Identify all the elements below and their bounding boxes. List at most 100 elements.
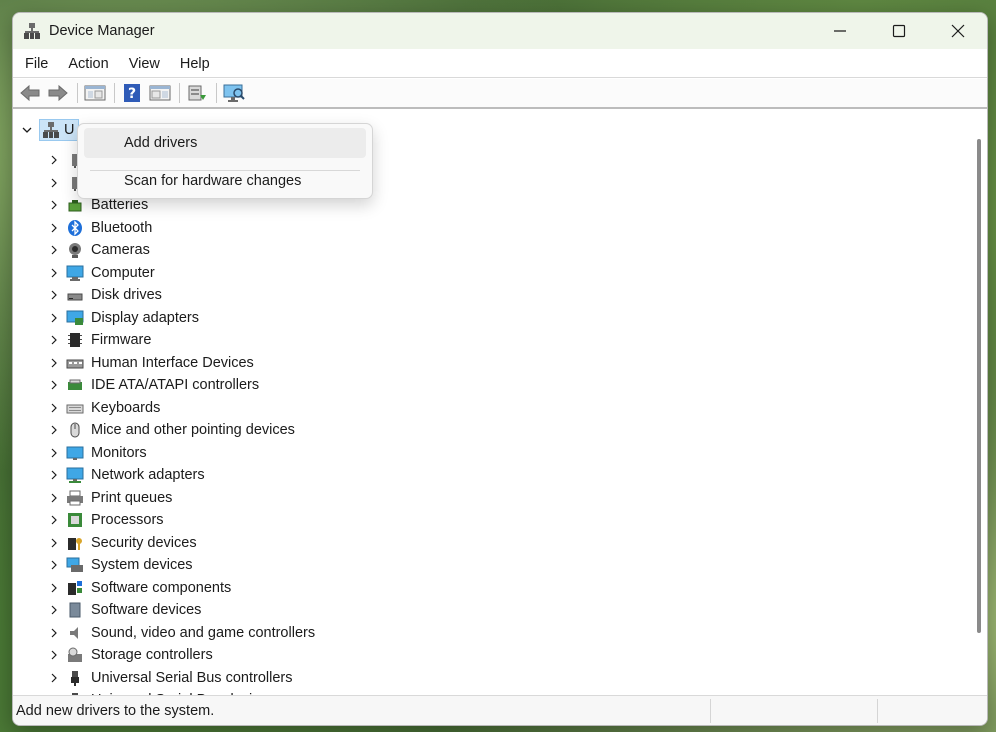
- tree-item[interactable]: Sound, video and game controllers: [47, 622, 315, 645]
- mouse-icon: [65, 420, 85, 440]
- title-bar[interactable]: Device Manager: [13, 13, 987, 49]
- chevron-right-icon[interactable]: [47, 221, 61, 235]
- tree-item[interactable]: Computer: [47, 262, 155, 285]
- status-pane: [710, 698, 877, 723]
- tree-item[interactable]: Firmware: [47, 329, 151, 352]
- device-manager-app-icon: [24, 23, 40, 39]
- computer-icon: [65, 263, 85, 283]
- chevron-right-icon[interactable]: [47, 581, 61, 595]
- tree-item[interactable]: Universal Serial Bus controllers: [47, 667, 292, 690]
- chevron-right-icon[interactable]: [47, 266, 61, 280]
- tree-item-label: Cameras: [91, 242, 150, 259]
- back-button[interactable]: [17, 81, 43, 105]
- toolbar-separator: [77, 83, 78, 103]
- tree-item[interactable]: Storage controllers: [47, 644, 213, 667]
- chevron-right-icon[interactable]: [47, 603, 61, 617]
- tree-item[interactable]: Human Interface Devices: [47, 352, 254, 375]
- tree-item-label: Software components: [91, 579, 232, 596]
- chevron-right-icon[interactable]: [47, 423, 61, 437]
- chevron-right-icon[interactable]: [47, 401, 61, 415]
- scan-hardware-button[interactable]: [221, 81, 247, 105]
- tree-item[interactable]: Processors: [47, 509, 164, 532]
- software-component-icon: [65, 578, 85, 598]
- properties-pane-button[interactable]: [147, 81, 173, 105]
- chevron-right-icon[interactable]: [47, 311, 61, 325]
- chevron-right-icon[interactable]: [47, 288, 61, 302]
- back-arrow-icon: [20, 84, 40, 102]
- chevron-right-icon[interactable]: [47, 536, 61, 550]
- chevron-right-icon[interactable]: [47, 558, 61, 572]
- chevron-right-icon[interactable]: [47, 468, 61, 482]
- add-drivers-menu-item[interactable]: Add drivers: [84, 128, 366, 158]
- device-tree[interactable]: U Batteries Bluetooth Cameras Computer Disk …: [13, 115, 970, 695]
- tree-item-label: Display adapters: [91, 309, 199, 326]
- chevron-right-icon[interactable]: [47, 378, 61, 392]
- tree-item[interactable]: Monitors: [47, 442, 147, 465]
- window-title: Device Manager: [49, 23, 155, 39]
- menu-bar: File Action View Help: [13, 51, 987, 78]
- show-hide-console-tree-button[interactable]: [82, 81, 108, 105]
- menu-action[interactable]: Action: [58, 51, 118, 77]
- storage-controller-icon: [65, 645, 85, 665]
- chevron-right-icon[interactable]: [47, 626, 61, 640]
- show-hide-console-tree-icon: [84, 85, 106, 101]
- toolbar-separator: [179, 83, 180, 103]
- chevron-down-icon[interactable]: [19, 122, 35, 138]
- tree-item[interactable]: Bluetooth: [47, 217, 152, 240]
- bluetooth-icon: [65, 218, 85, 238]
- tree-item[interactable]: Network adapters: [47, 464, 205, 487]
- tree-root-selected[interactable]: U: [39, 119, 80, 141]
- toolbar-separator: [114, 83, 115, 103]
- forward-arrow-icon: [48, 84, 68, 102]
- menu-help[interactable]: Help: [170, 51, 220, 77]
- tree-item-label: Sound, video and game controllers: [91, 624, 316, 641]
- chevron-right-icon[interactable]: [47, 356, 61, 370]
- tree-item[interactable]: IDE ATA/ATAPI controllers: [47, 374, 259, 397]
- vertical-scrollbar[interactable]: [970, 115, 987, 695]
- context-menu: Add drivers Scan for hardware changes: [77, 123, 373, 199]
- disk-drive-icon: [65, 285, 85, 305]
- chevron-right-icon[interactable]: [47, 198, 61, 212]
- maximize-icon: [892, 24, 905, 38]
- menu-file[interactable]: File: [13, 51, 58, 77]
- tree-item[interactable]: Keyboards: [47, 397, 160, 420]
- chevron-right-icon[interactable]: [47, 491, 61, 505]
- scan-hardware-icon: [223, 84, 245, 102]
- scrollbar-thumb[interactable]: [977, 139, 981, 633]
- chevron-right-icon[interactable]: [47, 333, 61, 347]
- update-driver-button[interactable]: [184, 81, 210, 105]
- tree-item[interactable]: Print queues: [47, 487, 172, 510]
- chevron-right-icon[interactable]: [47, 513, 61, 527]
- tree-item[interactable]: Security devices: [47, 532, 197, 555]
- tree-root-row[interactable]: U: [19, 119, 80, 141]
- minimize-button[interactable]: [810, 13, 869, 49]
- forward-button[interactable]: [45, 81, 71, 105]
- monitor-icon: [65, 443, 85, 463]
- tree-item[interactable]: Software devices: [47, 599, 201, 622]
- properties-pane-icon: [149, 85, 171, 101]
- chevron-right-icon[interactable]: [47, 153, 61, 167]
- status-text: Add new drivers to the system.: [16, 702, 215, 719]
- tree-item[interactable]: Disk drives: [47, 284, 162, 307]
- chevron-right-icon[interactable]: [47, 648, 61, 662]
- maximize-button[interactable]: [869, 13, 928, 49]
- chevron-right-icon[interactable]: [47, 176, 61, 190]
- tree-item-label: Software devices: [91, 602, 202, 619]
- camera-icon: [65, 240, 85, 260]
- tree-item[interactable]: Cameras: [47, 239, 150, 262]
- tree-item-label: Firmware: [91, 332, 152, 349]
- help-button[interactable]: ?: [119, 81, 145, 105]
- tree-item[interactable]: System devices: [47, 554, 193, 577]
- chevron-right-icon[interactable]: [47, 446, 61, 460]
- tree-item[interactable]: Display adapters: [47, 307, 199, 330]
- tree-item[interactable]: Software components: [47, 577, 231, 600]
- scan-hardware-menu-item[interactable]: Scan for hardware changes: [84, 166, 366, 196]
- chevron-right-icon[interactable]: [47, 243, 61, 257]
- tree-item-label: IDE ATA/ATAPI controllers: [91, 377, 260, 394]
- tree-item[interactable]: Mice and other pointing devices: [47, 419, 295, 442]
- chevron-right-icon[interactable]: [47, 671, 61, 685]
- close-button[interactable]: [928, 13, 987, 49]
- network-adapter-icon: [65, 465, 85, 485]
- menu-view[interactable]: View: [119, 51, 170, 77]
- firmware-icon: [65, 330, 85, 350]
